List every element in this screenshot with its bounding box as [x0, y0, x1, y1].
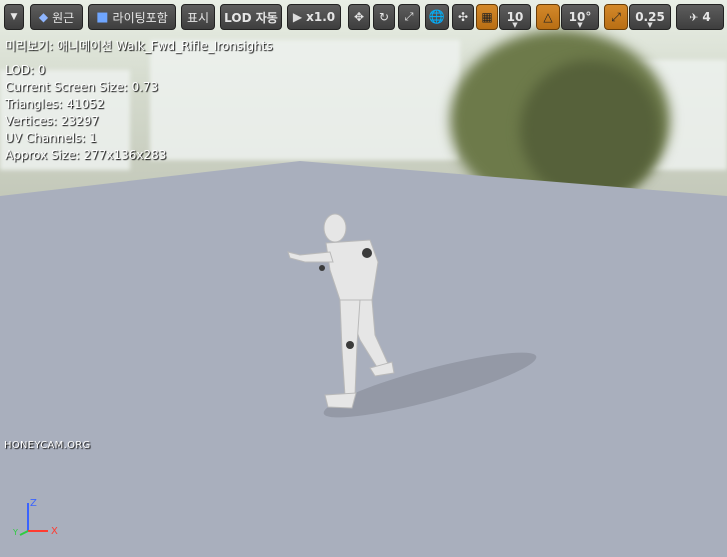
perspective-button[interactable]: ◆ 원근 [30, 4, 83, 30]
axis-y-label: Y [12, 528, 18, 537]
viewport-toolbar: ▼ ◆ 원근 ■ 라이팅포함 표시 LOD 자동 ▶ x1.0 ✥ ↻ ⤢ 🌐 … [0, 4, 727, 32]
camera-speed-icon: ✈ [689, 10, 699, 24]
play-speed-icon: ▶ [292, 10, 303, 24]
grid-icon: ▦ [481, 10, 493, 24]
translate-icon: ✥ [353, 10, 365, 24]
stat-uv-channels: UV Channels: 1 [5, 131, 97, 145]
surface-snap-button[interactable]: ✣ [452, 4, 474, 30]
surface-snap-icon: ✣ [457, 10, 469, 24]
preview-title: 미리보기: 애니메이션 Walk_Fwd_Rifle_Ironsights [5, 39, 273, 53]
lod-label: LOD 자동 [224, 10, 278, 25]
axis-z-label: Z [30, 498, 37, 509]
angle-snap-toggle[interactable]: △ [536, 4, 560, 30]
globe-icon: 🌐 [428, 9, 446, 25]
show-button[interactable]: 표시 [181, 4, 215, 30]
camera-speed-button[interactable]: ✈ 4 [676, 4, 724, 30]
scale-snap-toggle[interactable]: ⤢ [604, 4, 628, 30]
caret-icon: ▼ [647, 21, 653, 29]
world-local-button[interactable]: 🌐 [425, 4, 449, 30]
axis-gizmo: Z X Y [12, 498, 58, 537]
stat-screen-size: Current Screen Size: 0.73 [5, 80, 159, 94]
perspective-icon: ◆ [38, 10, 49, 24]
stat-approx-size: Approx Size: 277x136x283 [5, 148, 167, 162]
lighting-mode-button[interactable]: ■ 라이팅포함 [88, 4, 176, 30]
rotate-icon: ↻ [378, 10, 390, 24]
scale-icon: ⤢ [404, 10, 414, 23]
angle-snap-value[interactable]: 10° ▼ [561, 4, 599, 30]
stat-lod: LOD: 0 [5, 63, 46, 77]
caret-icon: ▼ [512, 21, 518, 29]
axis-x-label: X [51, 526, 58, 537]
lit-cube-icon: ■ [96, 9, 109, 25]
speed-label: x1.0 [306, 10, 336, 24]
stat-vertices: Vertices: 23297 [5, 114, 99, 128]
perspective-label: 원근 [52, 10, 75, 25]
translate-mode-button[interactable]: ✥ [348, 4, 370, 30]
caret-icon: ▼ [577, 21, 583, 29]
lod-button[interactable]: LOD 자동 [220, 4, 282, 30]
grid-snap-toggle[interactable]: ▦ [476, 4, 498, 30]
watermark: HONEYCAM.ORG [4, 440, 91, 451]
angle-icon: △ [543, 10, 553, 24]
viewport-options-button[interactable]: ▼ [4, 4, 24, 30]
scale-mode-button[interactable]: ⤢ [398, 4, 420, 30]
scale-snap-icon: ⤢ [611, 9, 621, 24]
rotate-mode-button[interactable]: ↻ [373, 4, 395, 30]
scale-snap-value[interactable]: 0.25 ▼ [629, 4, 671, 30]
stat-triangles: Triangles: 41052 [5, 97, 105, 111]
playback-speed-button[interactable]: ▶ x1.0 [287, 4, 341, 30]
grid-snap-value[interactable]: 10 ▼ [499, 4, 531, 30]
camera-speed-label: 4 [702, 10, 711, 24]
show-label: 표시 [186, 10, 210, 25]
chevron-down-icon: ▼ [10, 12, 18, 22]
lighting-label: 라이팅포함 [112, 10, 168, 25]
